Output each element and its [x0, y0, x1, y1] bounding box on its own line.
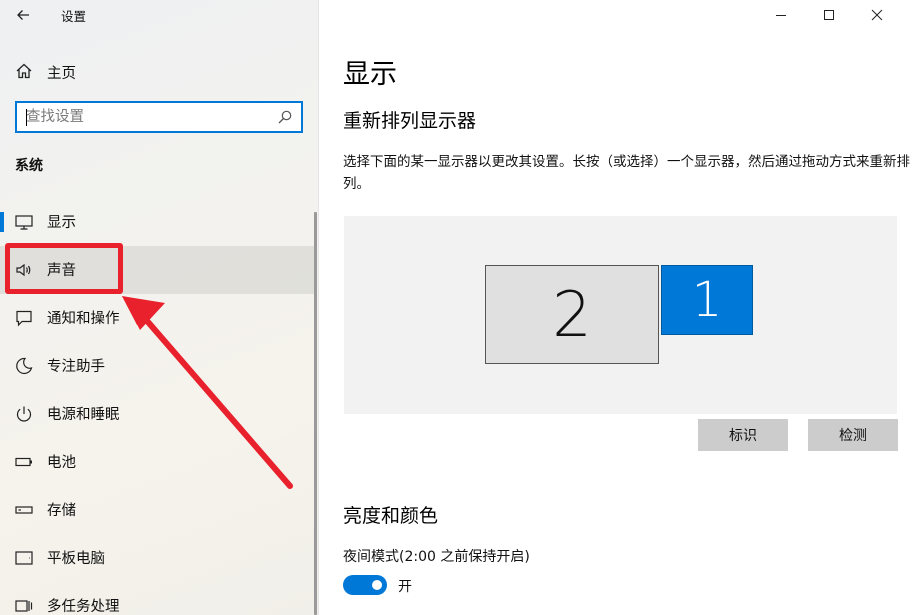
back-arrow-icon[interactable]	[12, 4, 34, 26]
sidebar: 设置 主页 系统 显示 声音 通知和操作 专注助手 电源和睡眠 电池 存储	[0, 0, 319, 615]
sidebar-item-label: 存储	[47, 503, 76, 519]
rearrange-description: 选择下面的某一显示器以更改其设置。长按（或选择）一个显示器，然后通过拖动方式来重…	[343, 154, 910, 192]
search-icon[interactable]	[277, 109, 293, 125]
sidebar-scrollbar[interactable]	[314, 212, 317, 615]
app-title: 设置	[61, 9, 87, 24]
maximize-button[interactable]	[806, 0, 852, 30]
search-box[interactable]	[15, 101, 303, 133]
display-arrangement-panel: 2 1	[344, 216, 897, 414]
content-pane: 显示 重新排列显示器 选择下面的某一显示器以更改其设置。长按（或选择）一个显示器…	[319, 0, 920, 615]
sidebar-item-notifications[interactable]: 通知和操作	[0, 294, 316, 342]
battery-icon	[15, 457, 32, 467]
sidebar-item-label: 多任务处理	[47, 599, 120, 615]
sidebar-item-focus-assist[interactable]: 专注助手	[0, 342, 316, 390]
power-icon	[16, 406, 32, 422]
multitask-icon	[15, 600, 33, 612]
page-title: 显示	[343, 59, 397, 90]
monitor-2[interactable]: 2	[485, 265, 659, 364]
moon-icon	[16, 357, 33, 375]
notification-icon	[16, 310, 32, 327]
search-input[interactable]	[17, 103, 272, 131]
night-mode-state: 开	[398, 579, 412, 595]
detect-button[interactable]: 检测	[808, 419, 898, 451]
night-mode-label: 夜间模式(2:00 之前保持开启)	[343, 549, 530, 565]
window-controls	[760, 0, 920, 30]
sidebar-item-label: 平板电脑	[47, 551, 105, 567]
home-label: 主页	[47, 66, 76, 82]
home-link[interactable]: 主页	[0, 56, 319, 86]
sidebar-item-label: 通知和操作	[47, 311, 120, 327]
section-title: 系统	[15, 158, 43, 174]
sidebar-item-label: 显示	[47, 215, 76, 231]
sidebar-item-multitasking[interactable]: 多任务处理	[0, 582, 316, 615]
sidebar-item-storage[interactable]: 存储	[0, 486, 316, 534]
sidebar-item-label: 专注助手	[47, 359, 105, 375]
monitor-1[interactable]: 1	[661, 265, 753, 335]
sidebar-item-display[interactable]: 显示	[0, 198, 316, 246]
sidebar-item-label: 电池	[47, 455, 76, 471]
sidebar-item-battery[interactable]: 电池	[0, 438, 316, 486]
close-button[interactable]	[854, 0, 900, 30]
tablet-icon	[15, 551, 33, 565]
brightness-color-title: 亮度和颜色	[343, 505, 439, 527]
text-caret	[26, 109, 27, 126]
sidebar-item-power-sleep[interactable]: 电源和睡眠	[0, 390, 316, 438]
home-icon	[16, 63, 32, 79]
sidebar-item-tablet[interactable]: 平板电脑	[0, 534, 316, 582]
storage-icon	[15, 506, 33, 514]
title-bar: 设置	[0, 0, 319, 30]
sidebar-item-label: 电源和睡眠	[47, 407, 120, 423]
rearrange-title: 重新排列显示器	[343, 110, 477, 132]
identify-button[interactable]: 标识	[698, 419, 788, 451]
annotation-highlight-box	[5, 243, 123, 294]
night-mode-toggle[interactable]	[343, 575, 387, 595]
monitor-icon	[15, 215, 33, 230]
minimize-button[interactable]	[758, 0, 804, 30]
